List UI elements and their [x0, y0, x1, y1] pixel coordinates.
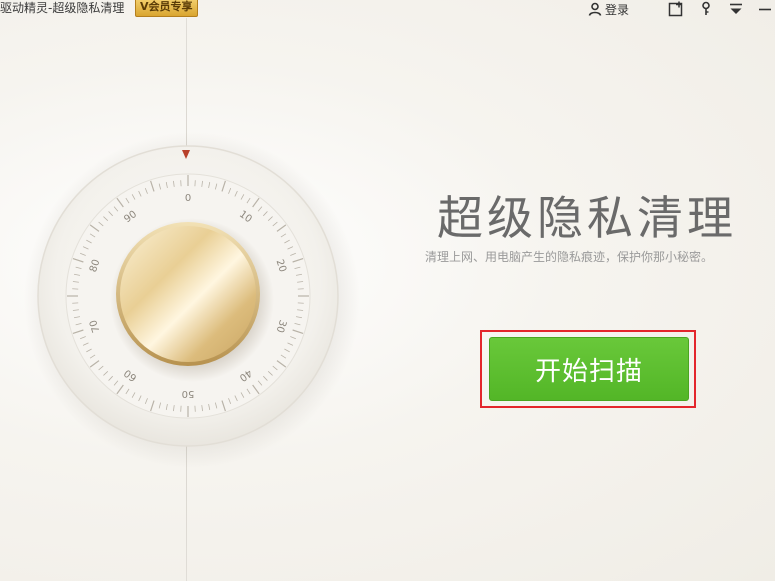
knob[interactable]	[120, 226, 256, 362]
menu-icon[interactable]	[728, 1, 744, 17]
start-scan-label: 开始扫描	[534, 356, 643, 387]
safe-dial: 0102030405060708090	[24, 132, 360, 468]
dial-label: 50	[182, 388, 195, 399]
login-label: 登录	[605, 2, 630, 17]
start-scan-button[interactable]: 开始扫描	[489, 337, 689, 401]
page-subtitle: 清理上网、用电脑产生的隐私痕迹，保护你那小秘密。	[425, 250, 714, 264]
page-headline: 超级隐私清理	[437, 191, 737, 245]
dial-label: 0	[185, 193, 191, 204]
login-button[interactable]: 登录	[588, 0, 629, 18]
user-icon	[588, 2, 602, 16]
key-icon[interactable]	[698, 1, 714, 17]
add-window-icon[interactable]	[668, 1, 684, 17]
minimize-icon[interactable]	[757, 1, 773, 17]
